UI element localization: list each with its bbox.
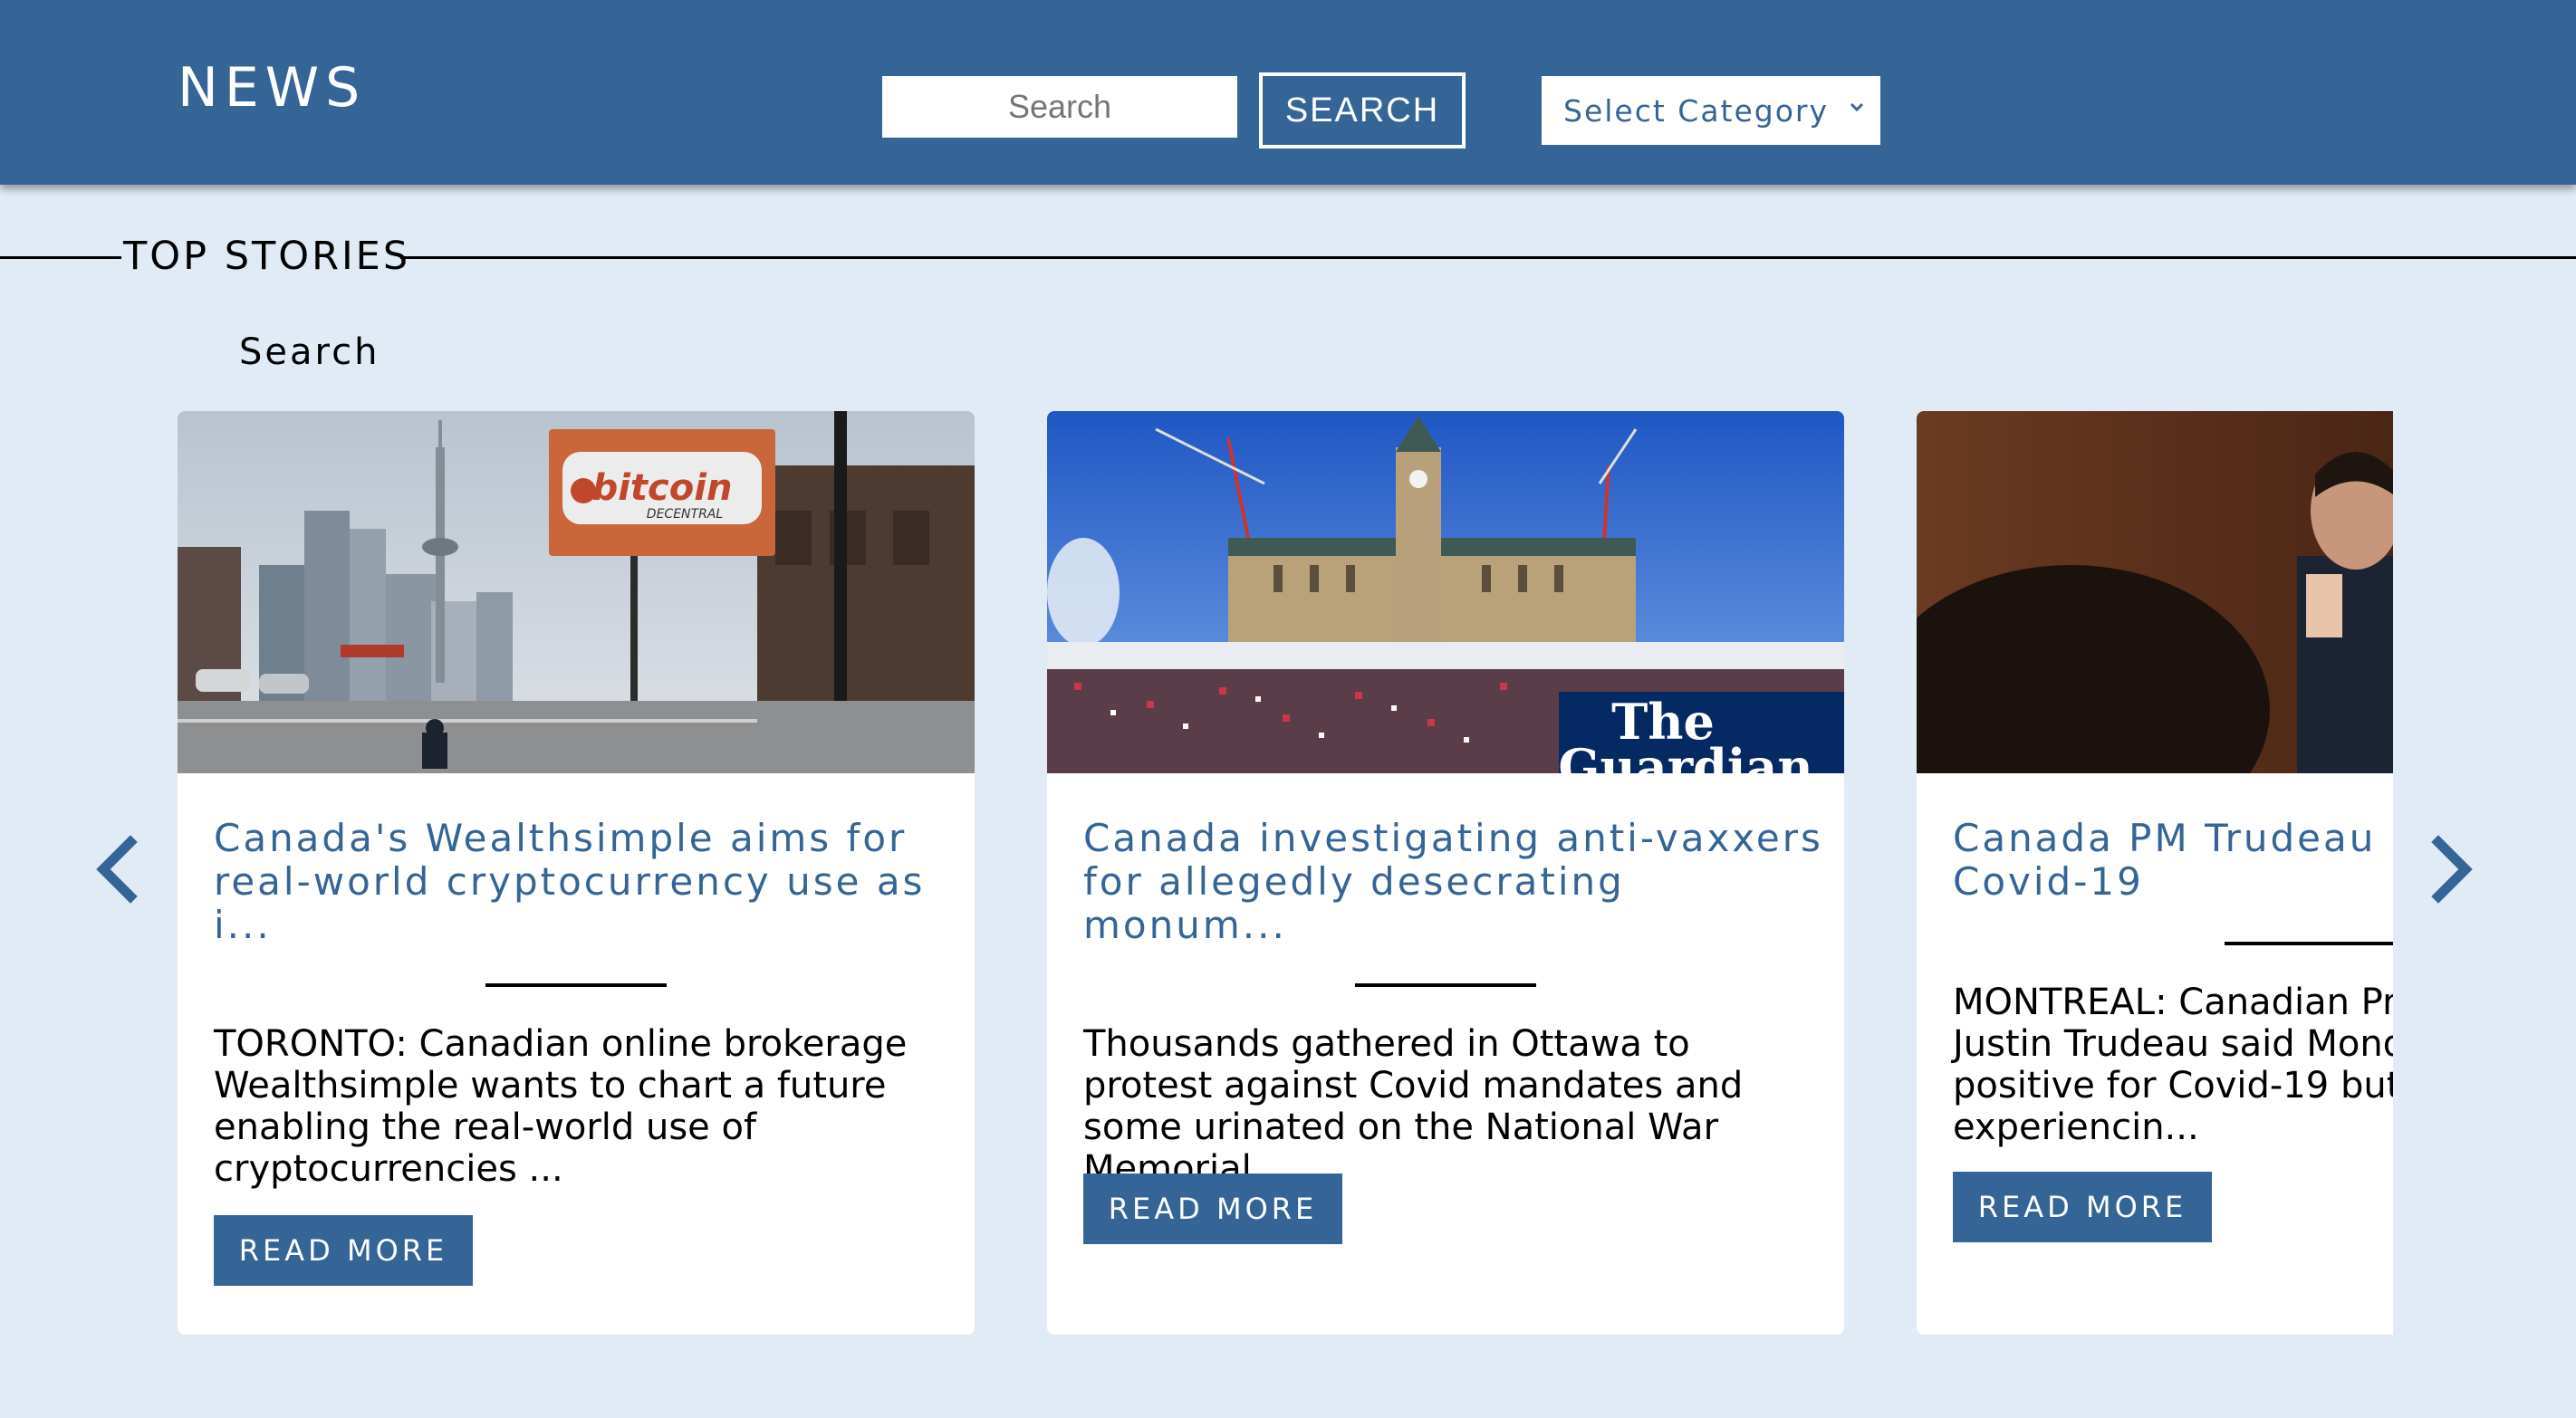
news-card: Canada PM Trudeau positive for Covid-19 … [1917,411,2393,1335]
article-description: TORONTO: Canadian online brokerage Wealt… [214,1023,908,1190]
section-title: TOP STORIES [123,234,411,279]
news-card: The Guardian Canada investigating anti-v… [1047,411,1844,1335]
news-card: bitcoin DECENTRAL Canada's Wealthsimple … [178,411,975,1335]
article-description: Thousands gathered in Ottawa to protest … [1083,1023,1744,1190]
chevron-down-icon [1850,102,1864,112]
news-carousel: bitcoin DECENTRAL Canada's Wealthsimple … [178,411,2393,1335]
site-brand[interactable]: NEWS [178,56,366,120]
article-title[interactable]: Canada investigating anti-vaxxers for al… [1083,817,1826,947]
search-input[interactable] [882,76,1237,138]
article-title[interactable]: Canada PM Trudeau positive for Covid-19 [1953,817,2393,904]
section-divider-left [0,256,121,259]
chevron-right-icon [2431,835,2473,904]
title-divider [485,983,667,987]
category-select-value: Select Category [1563,92,1830,129]
article-description: MONTREAL: Canadian Prime Minister Justin… [1953,982,2393,1148]
sign-subtext: DECENTRAL [647,507,723,522]
search-button[interactable]: SEARCH [1259,72,1466,149]
article-image[interactable]: bitcoin DECENTRAL [178,411,975,773]
article-title[interactable]: Canada's Wealthsimple aims for real-worl… [214,817,956,947]
article-image[interactable]: The Guardian [1047,411,1844,773]
search-results-label: Search [239,331,380,373]
title-divider [2225,942,2393,945]
section-divider-right [400,256,2576,259]
top-header: NEWS SEARCH Select Category [0,0,2576,185]
read-more-button[interactable]: READ MORE [1083,1174,1342,1244]
carousel-next-button[interactable] [2424,833,2478,905]
category-select[interactable]: Select Category [1542,76,1880,145]
read-more-button[interactable]: READ MORE [214,1215,473,1286]
chevron-left-icon [96,835,138,904]
title-divider [1355,983,1536,987]
carousel-prev-button[interactable] [91,833,145,905]
guardian-logo-line2: Guardian [1558,738,1812,773]
article-image[interactable] [1917,411,2393,773]
sign-text: bitcoin [592,467,733,509]
read-more-button[interactable]: READ MORE [1953,1172,2212,1242]
